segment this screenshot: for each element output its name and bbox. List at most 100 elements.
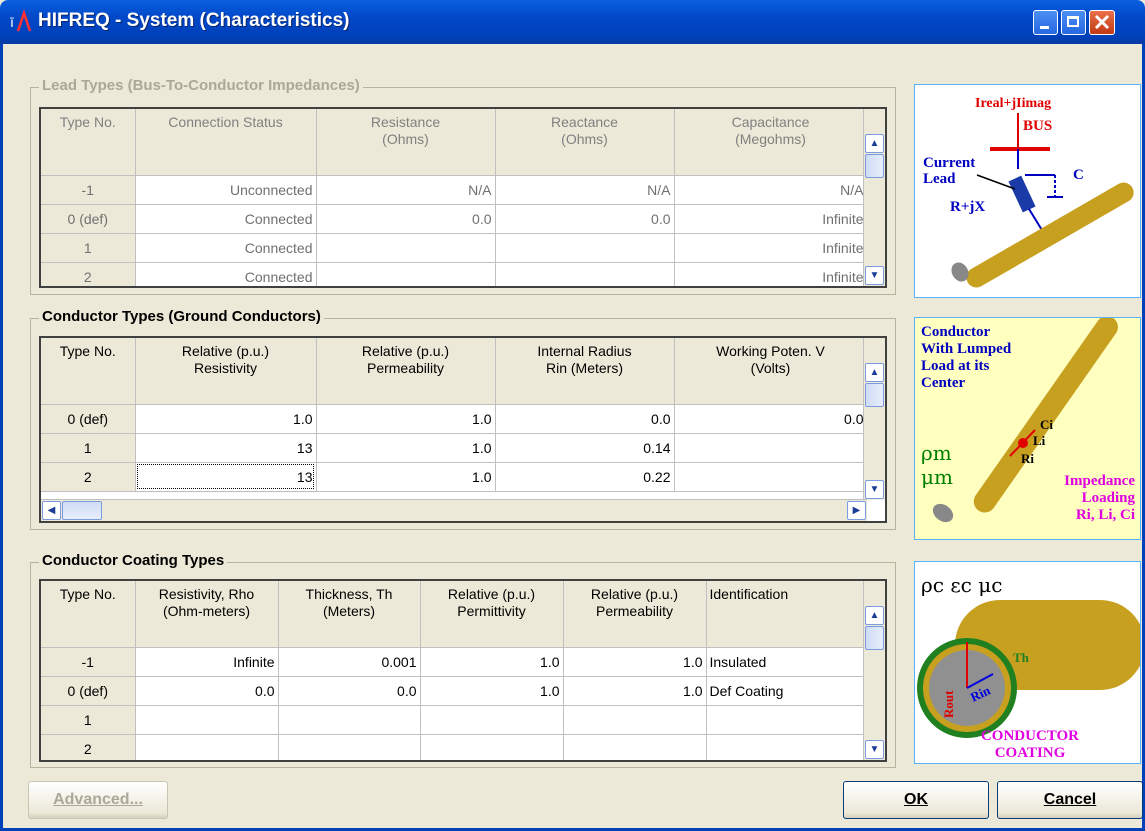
reactance-cell[interactable] [495, 262, 675, 286]
lead-diagram-picture: Ireal+jIimag BUS Current Lead C R+jX [914, 84, 1141, 298]
thickness-cell[interactable]: 0.001 [278, 647, 421, 677]
cancel-button[interactable]: Cancel [997, 781, 1143, 819]
th-label: Th [1013, 650, 1030, 665]
table-row[interactable]: 1 [41, 705, 868, 735]
working-potential-cell[interactable] [674, 462, 868, 492]
ci-label: Ci [1040, 417, 1053, 432]
advanced-button[interactable]: Advanced... [28, 781, 168, 819]
rho-cell[interactable] [135, 705, 279, 735]
close-button[interactable] [1089, 10, 1115, 35]
permittivity-cell[interactable] [420, 734, 564, 760]
table-row[interactable]: 1 13 1.0 0.14 [41, 433, 868, 463]
coating-types-grid[interactable]: Type No. Resistivity, Rho (Ohm-meters) T… [39, 579, 887, 762]
lead-types-label: Lead Types (Bus-To-Conductor Impedances) [39, 77, 363, 94]
coating-types-vscrollbar[interactable]: ▲ ▼ [863, 581, 885, 760]
col-header-identification: Identification [706, 581, 868, 648]
hscroll-thumb[interactable] [62, 501, 102, 520]
conductor-types-vscrollbar[interactable]: ▲ ▼ [863, 338, 885, 500]
internal-radius-cell[interactable]: 0.14 [495, 433, 675, 463]
coating-caption-line1: CONDUCTOR [981, 728, 1079, 744]
resistance-cell[interactable]: 0.0 [316, 204, 496, 234]
conductor-title-line4: Center [921, 375, 965, 391]
row-header: 1 [41, 233, 136, 263]
permeability-cell[interactable]: 1.0 [563, 676, 707, 706]
table-row[interactable]: 0 (def) 0.0 0.0 1.0 1.0 Def Coating [41, 676, 868, 706]
lead-types-grid[interactable]: Type No. Connection Status Resistance (O… [39, 107, 887, 288]
permeability-cell[interactable]: 1.0 [316, 433, 496, 463]
col-header-resistance: Resistance (Ohms) [316, 109, 496, 176]
lead-types-vscrollbar[interactable]: ▲ ▼ [863, 109, 885, 286]
resistivity-cell[interactable]: 13 [135, 433, 317, 463]
resistance-cell[interactable] [316, 233, 496, 263]
scroll-thumb[interactable] [865, 383, 884, 407]
conductor-types-hscrollbar[interactable]: ◀ ▶ [41, 499, 867, 521]
ri-label: Ri [1021, 451, 1034, 466]
permeability-cell[interactable] [563, 734, 707, 760]
internal-radius-cell[interactable]: 0.0 [495, 404, 675, 434]
rho-cell[interactable]: 0.0 [135, 676, 279, 706]
conductor-types-grid[interactable]: Type No. Relative (p.u.) Resistivity Rel… [39, 336, 887, 523]
capacitance-cell[interactable]: Infinite [674, 204, 868, 234]
scroll-down-button[interactable]: ▼ [865, 480, 884, 499]
thickness-cell[interactable]: 0.0 [278, 676, 421, 706]
table-row[interactable]: 0 (def) 1.0 1.0 0.0 0.0 [41, 404, 868, 434]
permeability-cell[interactable]: 1.0 [563, 647, 707, 677]
resistivity-cell-focused[interactable]: 13 [135, 462, 317, 492]
identification-cell[interactable] [706, 734, 868, 760]
li-label: Li [1033, 433, 1046, 448]
impedance-label: Impedance [1064, 473, 1135, 489]
reactance-cell[interactable]: 0.0 [495, 204, 675, 234]
table-row[interactable]: 0 (def) Connected 0.0 0.0 Infinite [41, 204, 868, 234]
connection-status-cell[interactable]: Connected [135, 262, 317, 286]
identification-cell[interactable] [706, 705, 868, 735]
col-header-internal-radius: Internal Radius Rin (Meters) [495, 338, 675, 405]
resistivity-cell[interactable]: 1.0 [135, 404, 317, 434]
scroll-thumb[interactable] [865, 154, 884, 178]
reactance-cell[interactable] [495, 233, 675, 263]
permittivity-cell[interactable]: 1.0 [420, 647, 564, 677]
title-bar[interactable]: ī HIFREQ - System (Characteristics) [0, 0, 1145, 44]
working-potential-cell[interactable]: 0.0 [674, 404, 868, 434]
scroll-right-button[interactable]: ▶ [847, 501, 866, 520]
connection-status-cell[interactable]: Connected [135, 204, 317, 234]
ri-li-ci-label: Ri, Li, Ci [1076, 507, 1135, 523]
permeability-cell[interactable] [563, 705, 707, 735]
scroll-down-button[interactable]: ▼ [865, 266, 884, 285]
connection-status-cell[interactable]: Connected [135, 233, 317, 263]
table-row[interactable]: -1 Unconnected N/A N/A N/A [41, 175, 868, 205]
scroll-thumb[interactable] [865, 626, 884, 650]
table-row[interactable]: -1 Infinite 0.001 1.0 1.0 Insulated [41, 647, 868, 677]
maximize-button[interactable] [1061, 10, 1086, 35]
permittivity-cell[interactable] [420, 705, 564, 735]
table-row[interactable]: 2 [41, 734, 868, 760]
reactance-cell[interactable]: N/A [495, 175, 675, 205]
working-potential-cell[interactable] [674, 433, 868, 463]
permeability-cell[interactable]: 1.0 [316, 404, 496, 434]
capacitance-cell[interactable]: N/A [674, 175, 868, 205]
resistance-cell[interactable]: N/A [316, 175, 496, 205]
rho-cell[interactable]: Infinite [135, 647, 279, 677]
permittivity-cell[interactable]: 1.0 [420, 676, 564, 706]
scroll-up-button[interactable]: ▲ [865, 134, 884, 153]
table-row[interactable]: 2 Connected Infinite [41, 262, 868, 286]
permeability-cell[interactable]: 1.0 [316, 462, 496, 492]
rho-cell[interactable] [135, 734, 279, 760]
ok-button[interactable]: OK [843, 781, 989, 819]
identification-cell[interactable]: Insulated [706, 647, 868, 677]
row-header: 0 (def) [41, 404, 136, 434]
table-row[interactable]: 2 13 1.0 0.22 [41, 462, 868, 492]
resistance-cell[interactable] [316, 262, 496, 286]
thickness-cell[interactable] [278, 705, 421, 735]
minimize-button[interactable] [1033, 10, 1058, 35]
scroll-up-button[interactable]: ▲ [865, 606, 884, 625]
capacitance-cell[interactable]: Infinite [674, 233, 868, 263]
scroll-down-button[interactable]: ▼ [865, 740, 884, 759]
capacitance-cell[interactable]: Infinite [674, 262, 868, 286]
connection-status-cell[interactable]: Unconnected [135, 175, 317, 205]
scroll-up-button[interactable]: ▲ [865, 363, 884, 382]
scroll-left-button[interactable]: ◀ [42, 501, 61, 520]
thickness-cell[interactable] [278, 734, 421, 760]
identification-cell[interactable]: Def Coating [706, 676, 868, 706]
internal-radius-cell[interactable]: 0.22 [495, 462, 675, 492]
table-row[interactable]: 1 Connected Infinite [41, 233, 868, 263]
